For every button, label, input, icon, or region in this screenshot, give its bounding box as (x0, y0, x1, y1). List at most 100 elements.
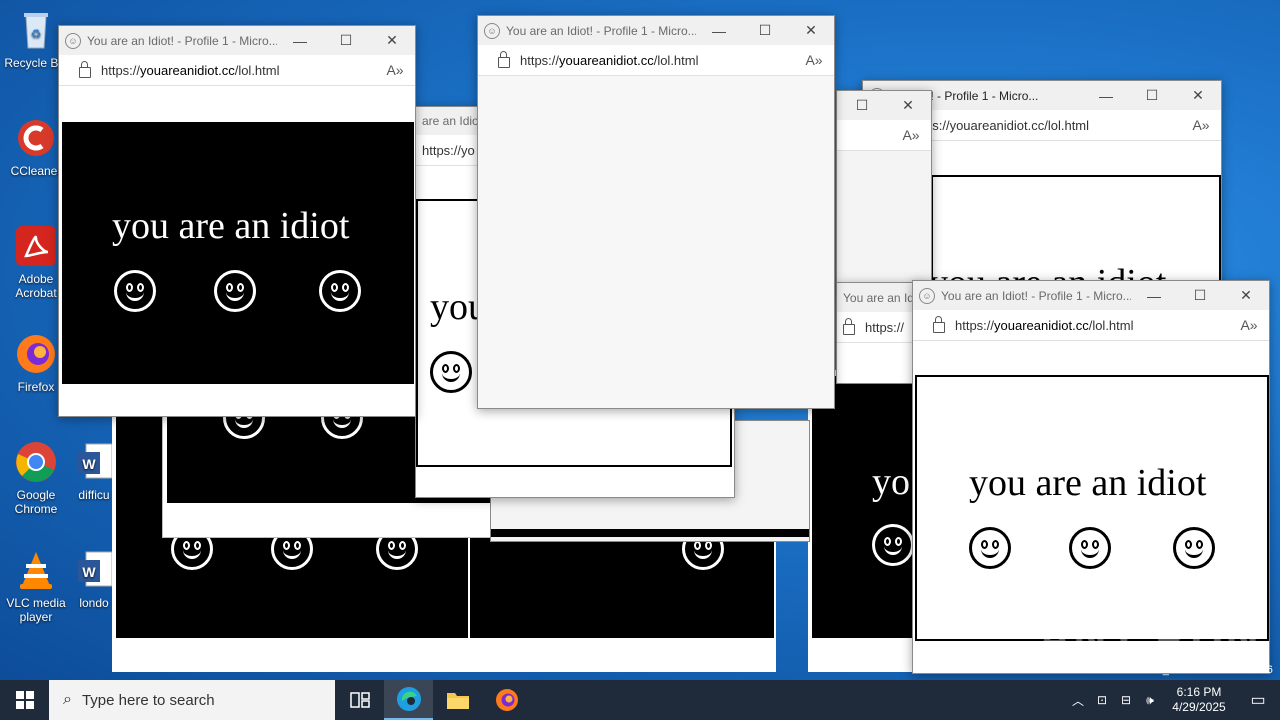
desktop-icon-chrome[interactable]: Google Chrome (0, 440, 72, 516)
minimize-button[interactable]: — (277, 33, 323, 49)
smiley-icon (1069, 527, 1111, 569)
favicon-icon: ☺ (919, 287, 935, 304)
browser-window-top-middle[interactable]: ☺ You are an Idiot! - Profile 1 - Micro.… (477, 15, 835, 409)
desktop-icon-vlc[interactable]: VLC media player (0, 548, 72, 624)
volume-icon[interactable]: 🕪 (1138, 693, 1162, 708)
close-button[interactable]: ✕ (369, 32, 415, 49)
idiot-text: you are an idiot (969, 462, 1207, 504)
smiley-icon (430, 351, 472, 393)
close-button[interactable]: ✕ (885, 97, 931, 114)
taskbar-explorer-button[interactable] (433, 680, 482, 720)
edge-icon (396, 687, 421, 711)
maximize-button[interactable]: ☐ (839, 97, 885, 114)
url-text[interactable]: https://youareanidiot.cc/lol.html (955, 318, 1229, 333)
address-bar[interactable]: https://youareanidiot.cc/lol.html A» (913, 310, 1269, 341)
browser-window-partial-controls[interactable]: ☐ ✕ A» (836, 90, 932, 292)
url-text[interactable]: ps://youareanidiot.cc/lol.html (925, 118, 1181, 133)
close-button[interactable]: ✕ (1223, 287, 1269, 304)
title-bar[interactable]: ☺ You are an Idiot! - Profile 1 - Micro.… (59, 26, 415, 55)
taskbar: ⌕ Type here to search ︿ ⊡ ⊟ 🕪 6:16 PM 4/… (0, 680, 1280, 720)
svg-text:W: W (82, 456, 96, 472)
start-button[interactable] (0, 680, 49, 720)
desktop-icon-label: VLC media player (6, 596, 66, 624)
word-doc-icon: W (72, 548, 116, 592)
network-icon[interactable]: ⊟ (1114, 693, 1138, 707)
window-title: are an Idiot (422, 114, 483, 128)
maximize-button[interactable]: ☐ (1129, 87, 1175, 104)
svg-text:W: W (82, 564, 96, 580)
idiot-panel: you are an idiot (915, 375, 1269, 641)
lock-icon (498, 50, 510, 68)
window-title: You are an Idiot! - Profile 1 - Micro... (506, 23, 696, 38)
build-text: Build 19041.vb_release.191206-1406 (1090, 664, 1273, 676)
minimize-button[interactable]: — (1083, 88, 1129, 104)
smiley-icon (969, 527, 1011, 569)
minimize-button[interactable]: — (696, 23, 742, 39)
acrobat-icon (14, 224, 58, 268)
title-bar[interactable]: ☐ ✕ (837, 91, 931, 120)
title-bar[interactable]: ☺ You are an Idiot! - Profile 1 - Micro.… (913, 281, 1269, 310)
idiot-panel (491, 529, 809, 537)
close-button[interactable]: ✕ (1175, 87, 1221, 104)
idiot-panel: you are an idiot (62, 122, 414, 384)
lock-icon (933, 315, 945, 333)
smiley-icon (872, 524, 914, 566)
read-aloud-icon[interactable]: A» (891, 127, 931, 143)
taskbar-firefox-button[interactable] (482, 680, 531, 720)
desktop-icon-label: Google Chrome (14, 488, 58, 516)
read-aloud-icon[interactable]: A» (375, 62, 415, 78)
watermark: ANY RUN (1038, 611, 1261, 663)
smiley-icon (214, 270, 256, 312)
idiot-text: you are an idiot (112, 205, 350, 247)
network-drive-icon[interactable]: ⊡ (1090, 693, 1114, 707)
task-view-button[interactable] (335, 680, 384, 720)
clock[interactable]: 6:16 PM 4/29/2025 (1162, 685, 1236, 715)
desktop: ♻ Recycle Bin CCleaner Adobe Acrobat Fir… (0, 0, 1280, 680)
taskbar-edge-button[interactable] (384, 680, 433, 720)
window-title: You are an Idiot! - Profile 1 - Micro... (941, 288, 1131, 303)
window-title: You are an Idiot! - Profile 1 - Micro... (87, 33, 277, 48)
favicon-icon: ☺ (65, 32, 81, 49)
firefox-icon (14, 332, 58, 376)
taskbar-search[interactable]: ⌕ Type here to search (49, 680, 335, 720)
browser-window-top-left[interactable]: ☺ You are an Idiot! - Profile 1 - Micro.… (58, 25, 416, 417)
maximize-button[interactable]: ☐ (742, 22, 788, 39)
url-text[interactable]: https://youareanidiot.cc/lol.html (101, 63, 375, 78)
chevron-up-icon[interactable]: ︿ (1066, 692, 1090, 709)
title-bar[interactable]: ☺ You are an Idiot! - Profile 1 - Micro.… (478, 16, 834, 45)
system-tray: ︿ ⊡ ⊟ 🕪 6:16 PM 4/29/2025 ▭ (1066, 680, 1280, 720)
recycle-bin-icon: ♻ (14, 8, 58, 52)
windows-logo-icon (15, 691, 34, 709)
folder-icon (446, 693, 469, 709)
clock-time: 6:16 PM (1176, 685, 1222, 699)
browser-window-back-right[interactable]: yo (808, 370, 918, 672)
idiot-text: yo (872, 461, 910, 503)
smiley-icon (319, 270, 361, 312)
firefox-icon (495, 689, 518, 711)
clock-date: 4/29/2025 (1172, 700, 1226, 714)
address-bar[interactable]: https://youareanidiot.cc/lol.html A» (59, 55, 415, 86)
read-aloud-icon[interactable]: A» (794, 52, 834, 68)
lock-icon (843, 317, 855, 335)
idiot-panel: yo (812, 376, 916, 638)
search-icon: ⌕ (63, 691, 72, 708)
favicon-icon: ☺ (484, 22, 500, 39)
maximize-button[interactable]: ☐ (1177, 287, 1223, 304)
close-button[interactable]: ✕ (788, 22, 834, 39)
url-text[interactable]: https://youareanidiot.cc/lol.html (520, 53, 794, 68)
maximize-button[interactable]: ☐ (323, 32, 369, 49)
ccleaner-icon (14, 116, 58, 160)
address-bar[interactable]: A» (837, 120, 931, 151)
notifications-icon[interactable]: ▭ (1236, 690, 1280, 710)
chrome-icon (14, 440, 58, 484)
url-text[interactable]: https://yo (422, 143, 475, 158)
task-view-icon (349, 692, 370, 708)
read-aloud-icon[interactable]: A» (1181, 117, 1221, 133)
svg-text:♻: ♻ (31, 27, 42, 41)
address-bar[interactable]: https://youareanidiot.cc/lol.html A» (478, 45, 834, 76)
smiley-icon (114, 270, 156, 312)
minimize-button[interactable]: — (1131, 288, 1177, 304)
lock-icon (79, 60, 91, 78)
word-doc-icon: W (72, 440, 116, 484)
read-aloud-icon[interactable]: A» (1229, 317, 1269, 333)
